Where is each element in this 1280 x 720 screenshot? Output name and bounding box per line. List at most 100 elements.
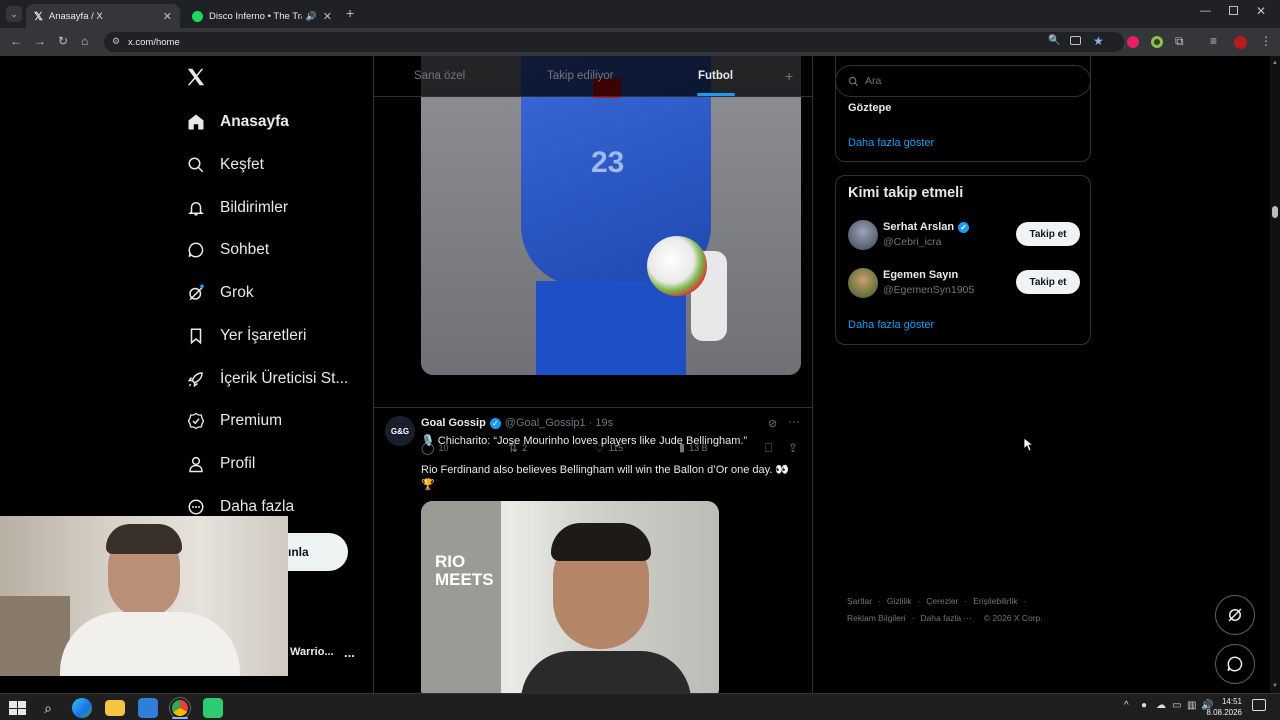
- sidebar-item-grok[interactable]: Grok: [186, 283, 254, 303]
- post-text-line1: 🎙️ Chicharito: “Jose Mourinho loves play…: [421, 435, 748, 447]
- browser-tab-x[interactable]: 𝕏 Anasayfa / X ✕: [26, 4, 180, 28]
- post-more-icon[interactable]: ···: [788, 414, 800, 428]
- install-icon[interactable]: [1070, 36, 1081, 45]
- sidebar-item-label: Profil: [220, 455, 256, 472]
- tray-display-icon[interactable]: ▭: [1172, 700, 1181, 711]
- extensions-icon[interactable]: ⧉: [1175, 34, 1184, 49]
- scroll-up-arrow[interactable]: ▲: [1272, 60, 1278, 66]
- scroll-down-arrow[interactable]: ▼: [1272, 683, 1278, 689]
- extension-icon-2[interactable]: [1151, 36, 1163, 48]
- edge-icon[interactable]: [72, 698, 92, 718]
- bookmark-star-icon[interactable]: ★: [1093, 34, 1104, 48]
- close-window-button[interactable]: ✕: [1256, 4, 1266, 18]
- tab-search-button[interactable]: ⌄: [6, 6, 22, 22]
- post-media-image[interactable]: 23: [421, 56, 801, 375]
- follow-button[interactable]: Takip et: [1016, 270, 1080, 294]
- footer-links-row2: Reklam Bilgileri · Daha fazla ··· © 2026 …: [847, 613, 1043, 623]
- grok-fab[interactable]: [1215, 595, 1255, 635]
- sidebar-item-premium[interactable]: Premium: [186, 411, 282, 431]
- follow-suggestion[interactable]: Serhat Arslan ✓ @Cebri_icra Takip et: [836, 216, 1092, 256]
- active-app-indicator: [172, 717, 188, 719]
- mail-icon[interactable]: [138, 698, 158, 718]
- tray-mic-icon[interactable]: ●: [1141, 700, 1147, 711]
- messages-fab[interactable]: [1215, 644, 1255, 684]
- post-text-line3: 🏆: [421, 479, 435, 491]
- scrollbar-thumb[interactable]: [1272, 206, 1278, 218]
- tab-following[interactable]: Takip ediliyor: [547, 70, 613, 82]
- app-icon[interactable]: [203, 698, 223, 718]
- sidebar-item-home[interactable]: Anasayfa: [186, 112, 289, 132]
- sidebar-item-profile[interactable]: Profil: [186, 454, 255, 474]
- extension-icon-1[interactable]: [1127, 36, 1139, 48]
- home-browser-icon[interactable]: ⌂: [81, 34, 88, 48]
- tray-chevron-icon[interactable]: ^: [1124, 700, 1129, 711]
- chrome-icon[interactable]: [169, 697, 191, 719]
- reload-icon[interactable]: ↻: [58, 34, 68, 48]
- video-title-overlay: RIO MEETS: [435, 552, 494, 589]
- trends-show-more[interactable]: Daha fazla göster: [848, 137, 934, 149]
- home-icon: [186, 112, 206, 132]
- follow-suggestion[interactable]: Egemen Sayın @EgemenSyn1905 Takip et: [836, 264, 1092, 304]
- sidebar-item-more[interactable]: Daha fazla: [186, 497, 294, 517]
- footer-link-terms[interactable]: Şartlar: [847, 596, 872, 606]
- notification-icon[interactable]: [1252, 699, 1266, 711]
- follow-button[interactable]: Takip et: [1016, 222, 1080, 246]
- footer-link-more[interactable]: Daha fazla ···: [920, 613, 972, 623]
- taskbar-clock[interactable]: 14:51 8.08.2026: [1204, 696, 1242, 718]
- post-author[interactable]: Goal Gossip: [421, 417, 486, 429]
- post-avatar[interactable]: G&G: [385, 416, 415, 446]
- speaker-icon[interactable]: 🔊: [306, 11, 317, 22]
- browser-menu-icon[interactable]: ⋮: [1260, 34, 1272, 48]
- account-more-icon[interactable]: ...: [344, 645, 355, 660]
- address-bar[interactable]: ⚙ x.com/home 🔍 ★: [104, 32, 1124, 52]
- page-scrollbar[interactable]: ▲ ▼: [1270, 56, 1280, 693]
- post-header: Goal Gossip ✓ @Goal_Gossip1 · 19s: [421, 417, 613, 429]
- follow-show-more[interactable]: Daha fazla göster: [848, 319, 934, 331]
- clock-date: 8.08.2026: [1206, 708, 1242, 717]
- zoom-icon[interactable]: 🔍: [1048, 35, 1060, 46]
- tab-for-you[interactable]: Sana özel: [414, 70, 465, 82]
- x-home-page: Anasayfa Keşfet Bildirimler Sohbet Grok …: [0, 56, 1270, 693]
- footer-link-cookies[interactable]: Çerezler: [926, 596, 958, 606]
- new-tab-button[interactable]: +: [346, 5, 354, 21]
- user-handle: @EgemenSyn1905: [883, 284, 975, 296]
- browser-tab-spotify[interactable]: Disco Inferno • The Tramm 🔊 ✕: [184, 4, 340, 28]
- search-box[interactable]: Ara: [835, 65, 1091, 97]
- x-logo-icon[interactable]: [185, 66, 207, 88]
- footer-link-accessibility[interactable]: Erişilebilirlik: [973, 596, 1017, 606]
- taskbar-search-icon[interactable]: ⌕: [38, 698, 58, 718]
- avatar: [848, 268, 878, 298]
- sidebar-item-creator-studio[interactable]: İçerik Üreticisi St...: [186, 369, 348, 389]
- close-tab-icon[interactable]: ✕: [163, 10, 172, 23]
- grok-explain-icon[interactable]: ⊘: [768, 417, 777, 430]
- add-tab-button[interactable]: +: [785, 68, 793, 84]
- sidebar-item-explore[interactable]: Keşfet: [186, 155, 264, 175]
- site-info-icon[interactable]: ⚙: [112, 36, 120, 47]
- sidebar-item-label: Daha fazla: [220, 498, 295, 515]
- footer-link-ads[interactable]: Reklam Bilgileri: [847, 613, 906, 623]
- back-icon[interactable]: ←: [10, 34, 22, 48]
- media-control-icon[interactable]: ≡: [1210, 34, 1217, 48]
- sidebar-item-chat[interactable]: Sohbet: [186, 240, 269, 260]
- post-video[interactable]: RIO MEETS: [421, 501, 719, 693]
- sidebar-item-bookmarks[interactable]: Yer İşaretleri: [186, 326, 306, 346]
- footer-link-privacy[interactable]: Gizlilik: [887, 596, 912, 606]
- sidebar-item-label: Sohbet: [220, 241, 270, 258]
- file-explorer-icon[interactable]: [105, 700, 125, 716]
- trend-item[interactable]: Göztepe: [848, 102, 891, 114]
- minimize-window-button[interactable]: —: [1200, 5, 1211, 17]
- close-tab-icon[interactable]: ✕: [323, 10, 332, 23]
- tray-network-icon[interactable]: ▥: [1187, 700, 1196, 711]
- windows-start-icon[interactable]: [6, 698, 26, 718]
- sidebar-item-notifications[interactable]: Bildirimler: [186, 198, 288, 218]
- post-time[interactable]: · 19s: [589, 417, 613, 429]
- profile-avatar-icon[interactable]: [1234, 36, 1247, 49]
- tray-cloud-icon[interactable]: ☁: [1156, 700, 1166, 711]
- jersey-number: 23: [591, 146, 625, 179]
- post-handle[interactable]: @Goal_Gossip1: [505, 417, 586, 429]
- forward-icon[interactable]: →: [34, 34, 46, 48]
- premium-icon: [186, 411, 206, 431]
- user-name-row: Serhat Arslan ✓: [883, 221, 970, 233]
- tab-football[interactable]: Futbol: [698, 70, 733, 82]
- restore-window-button[interactable]: [1229, 6, 1238, 15]
